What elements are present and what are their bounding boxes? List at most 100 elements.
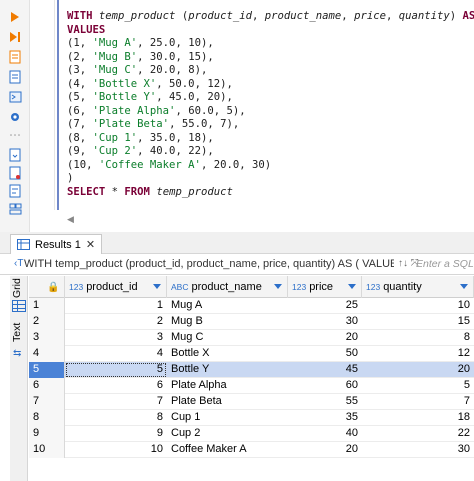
row-number[interactable]: 7 [29, 394, 65, 410]
type-badge: 123 [366, 282, 381, 292]
table-row[interactable]: 2 2 Mug B 30 15 [29, 314, 474, 330]
sort-filter-icon[interactable] [274, 284, 282, 289]
row-number[interactable]: 3 [29, 330, 65, 346]
cell-quantity[interactable]: 7 [362, 394, 474, 410]
table-row[interactable]: 8 8 Cup 1 35 18 [29, 410, 474, 426]
query-text-field[interactable]: WITH temp_product (product_id, product_n… [24, 258, 394, 270]
cell-price[interactable]: 45 [288, 362, 362, 378]
column-name: quantity [383, 281, 422, 293]
cell-quantity[interactable]: 10 [362, 298, 474, 314]
cell-quantity[interactable]: 30 [362, 442, 474, 458]
grid-icon[interactable] [12, 300, 26, 312]
sort-filter-icon[interactable] [153, 284, 161, 289]
tab-results-1[interactable]: Results 1 ✕ [10, 234, 103, 254]
cell-quantity[interactable]: 22 [362, 426, 474, 442]
row-number[interactable]: 5 [29, 362, 65, 378]
cell-product-id[interactable]: 2 [65, 314, 167, 330]
cell-quantity[interactable]: 20 [362, 362, 474, 378]
cell-quantity[interactable]: 12 [362, 346, 474, 362]
table-row[interactable]: 4 4 Bottle X 50 12 [29, 346, 474, 362]
cell-product-id[interactable]: 4 [65, 346, 167, 362]
column-header-product-name[interactable]: ABC product_name [167, 276, 288, 298]
cell-product-name[interactable]: Mug A [167, 298, 288, 314]
sort-filter-icon[interactable] [348, 284, 356, 289]
cell-product-name[interactable]: Plate Alpha [167, 378, 288, 394]
format-icon[interactable] [8, 184, 22, 198]
row-number[interactable]: 8 [29, 410, 65, 426]
settings-icon[interactable] [8, 110, 22, 124]
sql-editor[interactable]: WITH temp_product (product_id, product_n… [31, 0, 474, 232]
cell-product-name[interactable]: Mug B [167, 314, 288, 330]
row-number[interactable]: 9 [29, 426, 65, 442]
row-number[interactable]: 4 [29, 346, 65, 362]
cell-product-id[interactable]: 5 [65, 362, 167, 378]
results-grid[interactable]: 🔒 123 product_id ABC product_name 123 price 123… [29, 276, 474, 481]
console-icon[interactable] [8, 90, 22, 104]
table-row[interactable]: 3 3 Mug C 20 8 [29, 330, 474, 346]
cell-product-name[interactable]: Mug C [167, 330, 288, 346]
sql-code[interactable]: WITH temp_product (product_id, product_n… [67, 10, 474, 199]
cell-price[interactable]: 55 [288, 394, 362, 410]
script-icon[interactable] [8, 50, 22, 64]
cell-product-id[interactable]: 1 [65, 298, 167, 314]
cell-product-name[interactable]: Cup 1 [167, 410, 288, 426]
row-number[interactable]: 6 [29, 378, 65, 394]
grid-corner[interactable]: 🔒 [29, 276, 65, 298]
sort-filter-icon[interactable] [460, 284, 468, 289]
cell-product-name[interactable]: Coffee Maker A [167, 442, 288, 458]
row-number[interactable]: 1 [29, 298, 65, 314]
record-icon[interactable]: ⇆ [13, 348, 21, 359]
tab-text[interactable]: Text [11, 322, 27, 342]
cell-quantity[interactable]: 5 [362, 378, 474, 394]
close-icon[interactable]: ✕ [86, 238, 95, 251]
layout-icon[interactable] [8, 202, 22, 216]
explain-plan-icon[interactable] [8, 70, 22, 84]
cell-quantity[interactable]: 15 [362, 314, 474, 330]
table-row[interactable]: 1 1 Mug A 25 10 [29, 298, 474, 314]
sql-filter-input[interactable]: Enter a SQL [416, 258, 474, 270]
cell-product-name[interactable]: Cup 2 [167, 426, 288, 442]
cell-price[interactable]: 20 [288, 442, 362, 458]
cell-product-name[interactable]: Bottle Y [167, 362, 288, 378]
cell-price[interactable]: 40 [288, 426, 362, 442]
cell-quantity[interactable]: 8 [362, 330, 474, 346]
row-number[interactable]: 10 [29, 442, 65, 458]
cell-product-name[interactable]: Plate Beta [167, 394, 288, 410]
cell-price[interactable]: 50 [288, 346, 362, 362]
cell-product-id[interactable]: 10 [65, 442, 167, 458]
cell-price[interactable]: 60 [288, 378, 362, 394]
cell-product-id[interactable]: 6 [65, 378, 167, 394]
column-header-price[interactable]: 123 price [288, 276, 362, 298]
cell-price[interactable]: 25 [288, 298, 362, 314]
code-token: * [105, 185, 125, 198]
code-token: , 60.0, 5), [175, 104, 246, 117]
code-line: (10, 'Coffee Maker A', 20.0, 30) [67, 159, 474, 173]
editor-horizontal-scrollbar[interactable]: ◀ [31, 212, 474, 230]
code-token: (7, [67, 118, 93, 130]
table-row[interactable]: 5 5 Bottle Y 45 20 [29, 362, 474, 378]
table-row[interactable]: 7 7 Plate Beta 55 7 [29, 394, 474, 410]
export-icon[interactable] [8, 148, 22, 162]
cell-product-id[interactable]: 8 [65, 410, 167, 426]
row-number[interactable]: 2 [29, 314, 65, 330]
cell-product-id[interactable]: 9 [65, 426, 167, 442]
table-row[interactable]: 6 6 Plate Alpha 60 5 [29, 378, 474, 394]
table-row[interactable]: 10 10 Coffee Maker A 20 30 [29, 442, 474, 458]
import-icon[interactable] [8, 166, 22, 180]
tab-grid[interactable]: Grid [11, 278, 27, 298]
cell-product-id[interactable]: 3 [65, 330, 167, 346]
code-line: WITH temp_product (product_id, product_n… [67, 10, 474, 24]
scroll-left-icon[interactable]: ◀ [67, 214, 74, 225]
cell-product-name[interactable]: Bottle X [167, 346, 288, 362]
play-icon[interactable] [8, 10, 22, 24]
cell-price[interactable]: 30 [288, 314, 362, 330]
play-step-icon[interactable] [8, 30, 22, 44]
cell-price[interactable]: 35 [288, 410, 362, 426]
table-row[interactable]: 9 9 Cup 2 40 22 [29, 426, 474, 442]
cell-product-id[interactable]: 7 [65, 394, 167, 410]
column-header-quantity[interactable]: 123 quantity [362, 276, 474, 298]
cell-price[interactable]: 20 [288, 330, 362, 346]
code-token: VALUES [67, 23, 106, 36]
column-header-product-id[interactable]: 123 product_id [65, 276, 167, 298]
cell-quantity[interactable]: 18 [362, 410, 474, 426]
